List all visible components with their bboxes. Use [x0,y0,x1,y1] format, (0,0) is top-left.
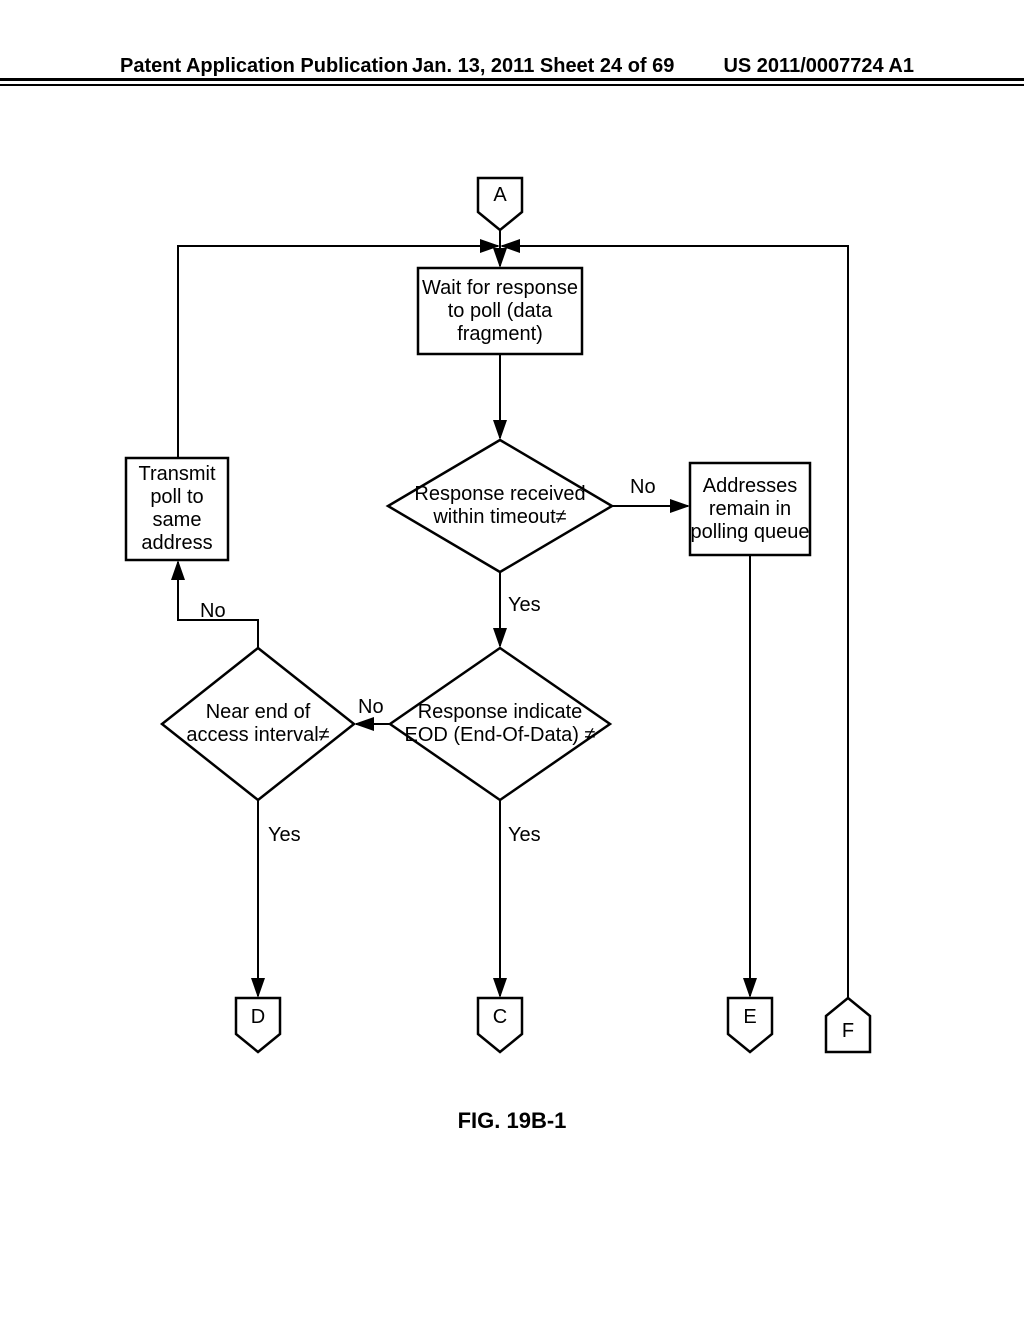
connector-e-label: E [728,1006,772,1029]
label-interval-no: No [200,600,226,623]
label-eod-yes: Yes [508,824,541,847]
decision-interval-text: Near end of access interval≠ [178,664,338,784]
connector-f-label: F [826,1020,870,1043]
flowchart: A Wait for response to poll (data fragme… [0,160,1024,1160]
header-left-text: Patent Application Publication [120,55,408,78]
page-header: Patent Application Publication Jan. 13, … [0,78,1024,86]
box-wait-text: Wait for response to poll (data fragment… [418,268,582,354]
box-transmit-text: Transmit poll to same address [126,458,228,560]
header-center-text: Jan. 13, 2011 Sheet 24 of 69 [412,55,674,78]
decision-eod-text: Response indicate EOD (End-Of-Data) ≠ [404,658,596,790]
header-rule [0,78,1024,81]
figure-caption: FIG. 19B-1 [0,1108,1024,1134]
box-addresses-text: Addresses remain in polling queue [690,463,810,555]
decision-timeout-text: Response received within timeout≠ [406,460,594,552]
label-timeout-yes: Yes [508,594,541,617]
edge-f-loop [515,246,848,998]
label-interval-yes: Yes [268,824,301,847]
header-right-text: US 2011/0007724 A1 [723,55,914,78]
connector-c-label: C [478,1006,522,1029]
connector-a-label: A [478,184,522,207]
label-eod-no: No [358,696,384,719]
label-timeout-no: No [630,476,656,499]
connector-d-label: D [236,1006,280,1029]
